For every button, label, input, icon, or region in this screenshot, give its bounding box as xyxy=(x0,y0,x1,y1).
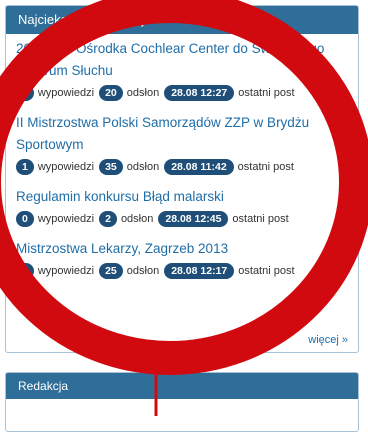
views-count: 20 xyxy=(99,85,123,101)
discussion-link[interactable]: II Mistrzostwa Polski Samorządów ZZP w B… xyxy=(16,112,348,156)
last-post-label: ostatni post xyxy=(238,87,295,99)
last-post-date: 28.08 12:17 xyxy=(164,263,235,279)
views-count: 35 xyxy=(99,159,123,175)
last-post-date: 28.08 12:27 xyxy=(164,85,235,101)
panel-title: Najciekawsze dyskusje xyxy=(6,6,358,34)
views-count: 25 xyxy=(99,263,123,279)
last-post-date: 28.08 12:45 xyxy=(158,211,229,227)
replies-label: wypowiedzi xyxy=(37,265,95,277)
discussion-meta: 0 wypowiedzi 25 odsłon 28.08 12:17 ostat… xyxy=(16,260,348,282)
last-post-label: ostatni post xyxy=(238,265,295,277)
discussion-meta: 0 wypowiedzi 2 odsłon 28.08 12:45 ostatn… xyxy=(16,208,348,230)
discussion-link[interactable]: Regulamin konkursu Błąd malarski xyxy=(16,186,348,208)
replies-label: wypowiedzi xyxy=(37,161,95,173)
views-label: odsłon xyxy=(126,265,160,277)
replies-count: 0 xyxy=(16,211,34,227)
editorial-panel: Redakcja xyxy=(5,372,359,432)
replies-count: 1 xyxy=(16,159,34,175)
discussion-list: 20-lat: od Ośrodka Cochlear Center do Św… xyxy=(6,34,358,282)
list-item: Regulamin konkursu Błąd malarski 0 wypow… xyxy=(16,186,348,230)
last-post-label: ostatni post xyxy=(232,213,289,225)
list-item: 20-lat: od Ośrodka Cochlear Center do Św… xyxy=(16,38,348,104)
views-label: odsłon xyxy=(120,213,154,225)
list-item: II Mistrzostwa Polski Samorządów ZZP w B… xyxy=(16,112,348,178)
replies-label: wypowiedzi xyxy=(37,87,95,99)
discussion-link[interactable]: 20-lat: od Ośrodka Cochlear Center do Św… xyxy=(16,38,348,82)
last-post-label: ostatni post xyxy=(237,161,294,173)
discussions-panel: Najciekawsze dyskusje 20-lat: od Ośrodka… xyxy=(5,5,359,353)
views-count: 2 xyxy=(99,211,117,227)
discussion-meta: 1 wypowiedzi 20 odsłon 28.08 12:27 ostat… xyxy=(16,82,348,104)
list-item: Mistrzostwa Lekarzy, Zagrzeb 2013 0 wypo… xyxy=(16,238,348,282)
views-label: odsłon xyxy=(126,87,160,99)
editorial-title: Redakcja xyxy=(6,373,358,399)
last-post-date: 28.08 11:42 xyxy=(164,159,234,175)
replies-count: 0 xyxy=(16,263,34,279)
more-link[interactable]: więcej » xyxy=(308,334,348,346)
views-label: odsłon xyxy=(126,161,160,173)
discussion-meta: 1 wypowiedzi 35 odsłon 28.08 11:42 ostat… xyxy=(16,156,348,178)
replies-count: 1 xyxy=(16,85,34,101)
replies-label: wypowiedzi xyxy=(37,213,95,225)
discussion-link[interactable]: Mistrzostwa Lekarzy, Zagrzeb 2013 xyxy=(16,238,348,260)
